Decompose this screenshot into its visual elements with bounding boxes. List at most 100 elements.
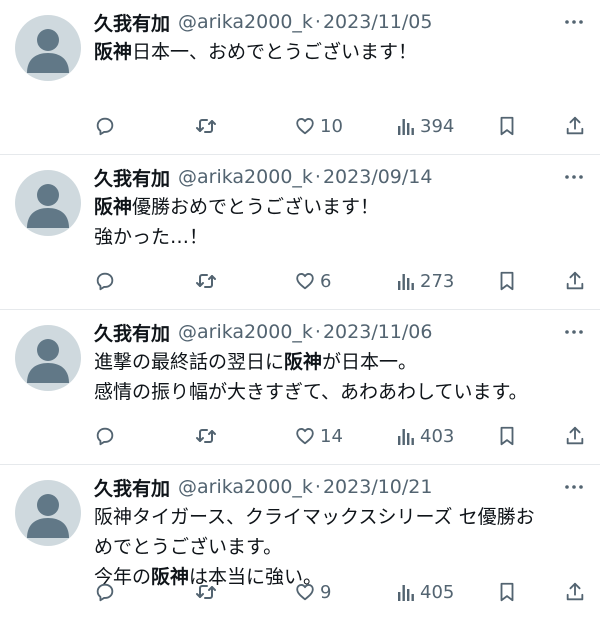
views-button[interactable]: 394 <box>396 115 454 137</box>
bookmark-button[interactable] <box>496 425 518 447</box>
views-button[interactable]: 273 <box>396 270 454 292</box>
views-icon <box>396 581 416 603</box>
more-icon[interactable] <box>562 475 586 503</box>
retweet-button[interactable] <box>194 580 218 604</box>
separator: · <box>314 476 321 498</box>
highlighted-term: 阪神 <box>94 41 133 63</box>
timestamp[interactable]: 2023/09/14 <box>323 166 433 188</box>
tweet-text-line: 阪神タイガース、クライマックスシリーズ セ優勝お <box>94 502 586 532</box>
like-count: 9 <box>320 581 332 603</box>
bookmark-button[interactable] <box>496 115 518 137</box>
default-avatar-icon <box>27 29 69 73</box>
retweet-button[interactable] <box>194 424 218 448</box>
bookmark-button[interactable] <box>496 581 518 603</box>
like-button[interactable]: 10 <box>294 115 343 137</box>
avatar[interactable] <box>15 170 81 236</box>
tweet[interactable]: 久我有加 @arika2000_k · 2023/11/06 進撃の最終話の翌日… <box>0 310 600 465</box>
timestamp[interactable]: 2023/10/21 <box>323 476 433 498</box>
reply-button[interactable] <box>94 115 120 137</box>
retweet-icon <box>194 580 218 604</box>
heart-icon <box>294 270 316 292</box>
tweet-text: 阪神優勝おめでとうございます！ 強かった…！ <box>94 192 586 252</box>
reply-icon <box>94 425 116 447</box>
views-button[interactable]: 403 <box>396 425 454 447</box>
tweet-header: 久我有加 @arika2000_k · 2023/09/14 <box>94 163 586 191</box>
views-icon <box>396 270 416 292</box>
text-segment: 進撃の最終話の翌日に <box>94 351 285 373</box>
default-avatar-icon <box>27 339 69 383</box>
tweet[interactable]: 久我有加 @arika2000_k · 2023/09/14 阪神優勝おめでとう… <box>0 155 600 310</box>
separator: · <box>314 11 321 33</box>
separator: · <box>314 321 321 343</box>
bookmark-icon <box>496 581 518 603</box>
timestamp[interactable]: 2023/11/06 <box>323 321 433 343</box>
timestamp[interactable]: 2023/11/05 <box>323 11 433 33</box>
tweet[interactable]: 久我有加 @arika2000_k · 2023/11/05 阪神日本一、おめで… <box>0 0 600 155</box>
retweet-icon <box>194 424 218 448</box>
tweet-text: 進撃の最終話の翌日に阪神が日本一。 感情の振り幅が大きすぎて、あわあわしています。 <box>94 347 586 407</box>
avatar[interactable] <box>15 15 81 81</box>
share-icon <box>564 425 586 447</box>
highlighted-term: 阪神 <box>94 196 133 218</box>
heart-icon <box>294 581 316 603</box>
handle[interactable]: @arika2000_k <box>178 321 313 343</box>
retweet-icon <box>194 114 218 138</box>
handle[interactable]: @arika2000_k <box>178 11 313 33</box>
display-name[interactable]: 久我有加 <box>94 319 170 346</box>
tweet-text: 阪神日本一、おめでとうございます！ <box>94 37 586 67</box>
share-button[interactable] <box>564 270 586 292</box>
handle[interactable]: @arika2000_k <box>178 476 313 498</box>
tweet-text-line: 進撃の最終話の翌日に阪神が日本一。 <box>94 347 586 377</box>
avatar[interactable] <box>15 480 81 546</box>
reply-button[interactable] <box>94 270 120 292</box>
separator: · <box>314 166 321 188</box>
text-segment: 強かった…！ <box>94 226 209 248</box>
tweet-header: 久我有加 @arika2000_k · 2023/10/21 <box>94 473 586 501</box>
display-name[interactable]: 久我有加 <box>94 474 170 501</box>
share-button[interactable] <box>564 115 586 137</box>
text-segment: 優勝おめでとうございます！ <box>132 196 380 218</box>
more-icon[interactable] <box>562 165 586 193</box>
tweet-actions: 14 403 <box>94 424 586 448</box>
heart-icon <box>294 115 316 137</box>
like-button[interactable]: 14 <box>294 425 343 447</box>
tweet-header: 久我有加 @arika2000_k · 2023/11/05 <box>94 8 586 36</box>
reply-icon <box>94 115 116 137</box>
tweet-content: 久我有加 @arika2000_k · 2023/10/21 阪神タイガース、ク… <box>94 473 586 592</box>
retweet-button[interactable] <box>194 269 218 293</box>
display-name[interactable]: 久我有加 <box>94 164 170 191</box>
view-count: 394 <box>420 115 455 137</box>
retweet-button[interactable] <box>194 114 218 138</box>
share-button[interactable] <box>564 425 586 447</box>
bookmark-button[interactable] <box>496 270 518 292</box>
like-count: 10 <box>320 115 343 137</box>
share-button[interactable] <box>564 581 586 603</box>
views-button[interactable]: 405 <box>396 581 454 603</box>
more-icon[interactable] <box>562 320 586 348</box>
default-avatar-icon <box>27 184 69 228</box>
views-icon <box>396 425 416 447</box>
tweet[interactable]: 久我有加 @arika2000_k · 2023/10/21 阪神タイガース、ク… <box>0 465 600 620</box>
tweet-actions: 9 405 <box>94 580 586 604</box>
tweet-actions: 6 273 <box>94 269 586 293</box>
handle[interactable]: @arika2000_k <box>178 166 313 188</box>
heart-icon <box>294 425 316 447</box>
display-name[interactable]: 久我有加 <box>94 9 170 36</box>
tweet-header: 久我有加 @arika2000_k · 2023/11/06 <box>94 318 586 346</box>
tweet-text-line: 阪神日本一、おめでとうございます！ <box>94 37 586 67</box>
like-button[interactable]: 6 <box>294 270 331 292</box>
tweet-actions: 10 394 <box>94 114 586 138</box>
like-button[interactable]: 9 <box>294 581 331 603</box>
reply-icon <box>94 581 116 603</box>
reply-button[interactable] <box>94 425 120 447</box>
text-segment: 阪神タイガース、クライマックスシリーズ セ優勝お <box>94 506 535 528</box>
text-segment: が日本一。 <box>322 351 418 373</box>
bookmark-icon <box>496 425 518 447</box>
more-icon[interactable] <box>562 10 586 38</box>
like-count: 6 <box>320 270 332 292</box>
avatar[interactable] <box>15 325 81 391</box>
reply-button[interactable] <box>94 581 120 603</box>
view-count: 403 <box>420 425 455 447</box>
view-count: 273 <box>420 270 455 292</box>
share-icon <box>564 581 586 603</box>
